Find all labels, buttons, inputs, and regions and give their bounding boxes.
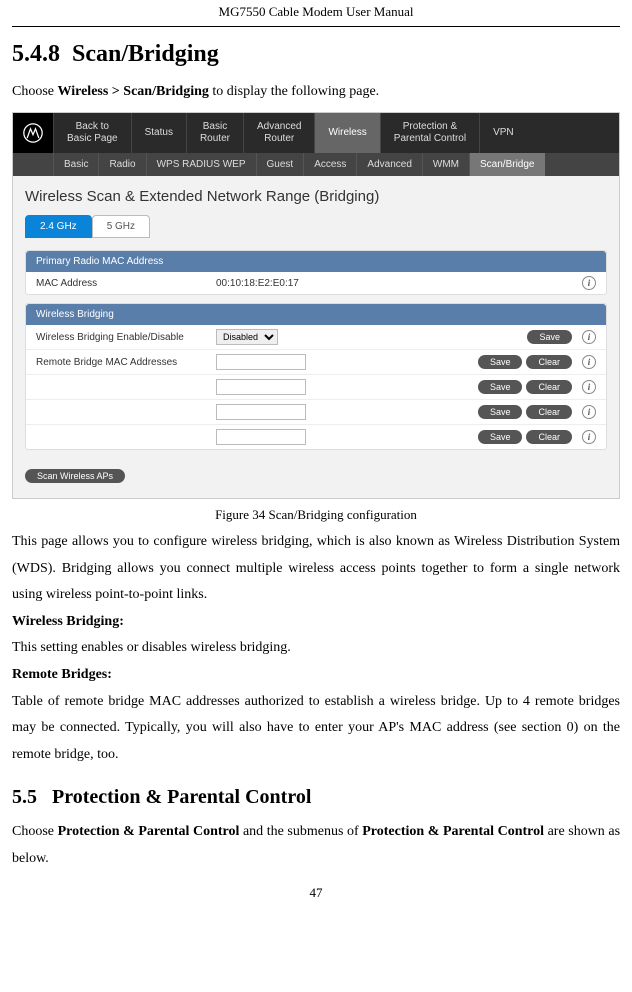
bridging-enable-control: Disabled bbox=[216, 329, 527, 345]
body-p2: This setting enables or disables wireles… bbox=[12, 635, 620, 662]
body-p1: This page allows you to configure wirele… bbox=[12, 529, 620, 609]
body-p3: Table of remote bridge MAC addresses aut… bbox=[12, 689, 620, 769]
brand-logo[interactable] bbox=[13, 113, 53, 153]
remote-mac-input-1[interactable] bbox=[216, 354, 306, 370]
nav-secondary: Basic Radio WPS RADIUS WEP Guest Access … bbox=[13, 153, 619, 176]
card-header-bridging: Wireless Bridging bbox=[26, 304, 606, 325]
motorola-icon bbox=[23, 123, 43, 143]
intro-suffix: to display the following page. bbox=[209, 84, 379, 99]
body-h1: Wireless Bridging: bbox=[12, 609, 620, 636]
intro-bold-path: Wireless > Scan/Bridging bbox=[58, 84, 209, 99]
card-primary-mac: Primary Radio MAC Address MAC Address 00… bbox=[25, 250, 607, 295]
nav-item-line1: Back to bbox=[67, 121, 118, 133]
section2-heading: 5.5 Protection & Parental Control bbox=[12, 786, 620, 809]
subnav-basic[interactable]: Basic bbox=[53, 153, 98, 176]
section-title-text: Scan/Bridging bbox=[72, 41, 219, 67]
mac-address-value: 00:10:18:E2:E0:17 bbox=[216, 278, 576, 289]
s2-intro-bold2: Protection & Parental Control bbox=[362, 824, 544, 839]
nav-item-line2: Router bbox=[257, 133, 301, 145]
clear-button[interactable]: Clear bbox=[526, 380, 572, 394]
intro-prefix: Choose bbox=[12, 84, 58, 99]
row-remote-mac-3: Save Clear i bbox=[26, 400, 606, 425]
scan-wireless-button[interactable]: Scan Wireless APs bbox=[25, 469, 125, 483]
section-number: 5.4.8 bbox=[12, 41, 60, 67]
info-icon[interactable]: i bbox=[582, 355, 596, 369]
subnav-access[interactable]: Access bbox=[303, 153, 356, 176]
body-h2: Remote Bridges: bbox=[12, 662, 620, 689]
nav-item-basic-router[interactable]: Basic Router bbox=[186, 113, 243, 153]
section2-intro: Choose Protection & Parental Control and… bbox=[12, 819, 620, 872]
panel-title: Wireless Scan & Extended Network Range (… bbox=[25, 188, 607, 205]
remote-mac-label: Remote Bridge MAC Addresses bbox=[36, 357, 216, 368]
row-remote-mac-1: Remote Bridge MAC Addresses Save Clear i bbox=[26, 350, 606, 375]
row-mac-address: MAC Address 00:10:18:E2:E0:17 i bbox=[26, 272, 606, 294]
nav-item-wireless[interactable]: Wireless bbox=[314, 113, 379, 153]
page-number: 47 bbox=[12, 885, 620, 901]
scan-button-row: Scan Wireless APs bbox=[25, 458, 607, 486]
subnav-wmm[interactable]: WMM bbox=[422, 153, 469, 176]
bridging-enable-label: Wireless Bridging Enable/Disable bbox=[36, 332, 216, 343]
nav-item-line2: Parental Control bbox=[394, 133, 466, 145]
nav-item-line1: Wireless bbox=[328, 127, 366, 139]
row-remote-mac-4: Save Clear i bbox=[26, 425, 606, 449]
save-button[interactable]: Save bbox=[527, 330, 572, 344]
section-heading: 5.4.8 Scan/Bridging bbox=[12, 41, 620, 68]
clear-button[interactable]: Clear bbox=[526, 355, 572, 369]
subnav-guest[interactable]: Guest bbox=[256, 153, 304, 176]
band-tabs: 2.4 GHz 5 GHz bbox=[25, 215, 607, 238]
info-icon[interactable]: i bbox=[582, 276, 596, 290]
row-remote-mac-2: Save Clear i bbox=[26, 375, 606, 400]
nav-item-vpn[interactable]: VPN bbox=[479, 113, 527, 153]
clear-button[interactable]: Clear bbox=[526, 405, 572, 419]
row-bridging-enable: Wireless Bridging Enable/Disable Disable… bbox=[26, 325, 606, 350]
subnav-scan-bridge[interactable]: Scan/Bridge bbox=[469, 153, 544, 176]
nav-item-line1: VPN bbox=[493, 127, 514, 139]
subnav-radio[interactable]: Radio bbox=[98, 153, 145, 176]
info-icon[interactable]: i bbox=[582, 405, 596, 419]
save-button[interactable]: Save bbox=[478, 430, 523, 444]
tab-2-4ghz[interactable]: 2.4 GHz bbox=[25, 215, 92, 238]
save-button[interactable]: Save bbox=[478, 355, 523, 369]
info-icon[interactable]: i bbox=[582, 330, 596, 344]
nav-item-line2: Router bbox=[200, 133, 230, 145]
nav-item-advanced-router[interactable]: Advanced Router bbox=[243, 113, 314, 153]
save-button[interactable]: Save bbox=[478, 405, 523, 419]
subnav-advanced[interactable]: Advanced bbox=[356, 153, 421, 176]
save-button[interactable]: Save bbox=[478, 380, 523, 394]
bridging-enable-select[interactable]: Disabled bbox=[216, 329, 278, 345]
section2-number: 5.5 bbox=[12, 786, 37, 808]
tab-5ghz[interactable]: 5 GHz bbox=[92, 215, 150, 238]
embedded-screenshot: Back to Basic Page Status Basic Router A… bbox=[12, 112, 620, 499]
figure-caption: Figure 34 Scan/Bridging configuration bbox=[12, 507, 620, 523]
info-icon[interactable]: i bbox=[582, 380, 596, 394]
card-wireless-bridging: Wireless Bridging Wireless Bridging Enab… bbox=[25, 303, 607, 450]
document-header: MG7550 Cable Modem User Manual bbox=[12, 0, 620, 27]
nav-item-line1: Basic bbox=[200, 121, 230, 133]
nav-item-basic-page[interactable]: Back to Basic Page bbox=[53, 113, 131, 153]
card-header-primary-mac: Primary Radio MAC Address bbox=[26, 251, 606, 272]
nav-item-line1: Advanced bbox=[257, 121, 301, 133]
body-text: This page allows you to configure wirele… bbox=[12, 529, 620, 768]
s2-intro-prefix: Choose bbox=[12, 824, 58, 839]
nav-item-status[interactable]: Status bbox=[131, 113, 186, 153]
s2-intro-mid: and the submenus of bbox=[239, 824, 362, 839]
remote-mac-input-4[interactable] bbox=[216, 429, 306, 445]
nav-item-line1: Status bbox=[145, 127, 173, 139]
nav-item-protection[interactable]: Protection & Parental Control bbox=[380, 113, 479, 153]
clear-button[interactable]: Clear bbox=[526, 430, 572, 444]
nav-item-line1: Protection & bbox=[394, 121, 466, 133]
panel-body: Wireless Scan & Extended Network Range (… bbox=[13, 176, 619, 498]
remote-mac-input-2[interactable] bbox=[216, 379, 306, 395]
nav-primary: Back to Basic Page Status Basic Router A… bbox=[13, 113, 619, 153]
remote-mac-input-3[interactable] bbox=[216, 404, 306, 420]
nav-item-line2: Basic Page bbox=[67, 133, 118, 145]
s2-intro-bold1: Protection & Parental Control bbox=[58, 824, 240, 839]
intro-paragraph: Choose Wireless > Scan/Bridging to displ… bbox=[12, 84, 620, 100]
section2-title-text: Protection & Parental Control bbox=[52, 786, 311, 808]
mac-address-label: MAC Address bbox=[36, 278, 216, 289]
info-icon[interactable]: i bbox=[582, 430, 596, 444]
subnav-wps[interactable]: WPS RADIUS WEP bbox=[146, 153, 256, 176]
